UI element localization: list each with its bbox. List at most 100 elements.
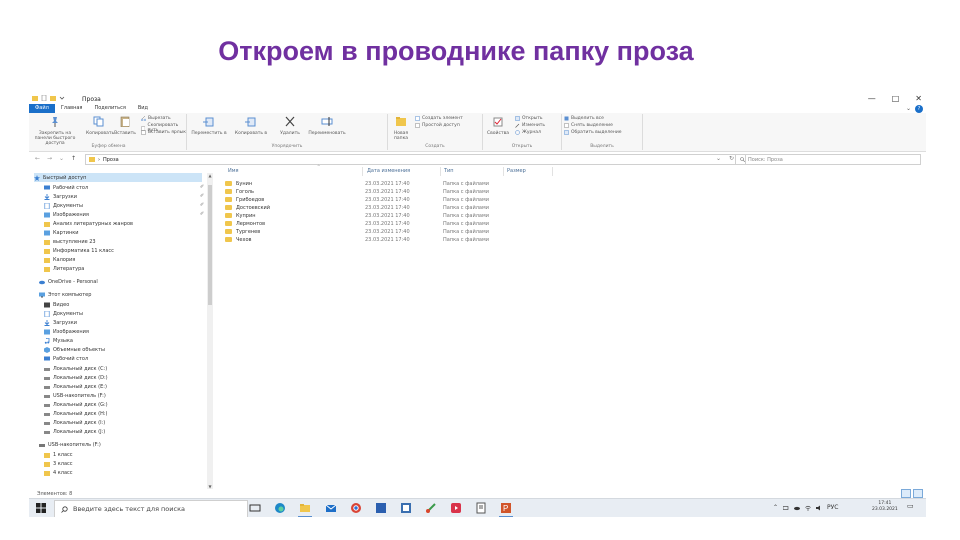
nav-onedrive[interactable]: OneDrive - Personal [39, 277, 98, 286]
nav-usb[interactable]: USB-накопитель (F:) [39, 440, 101, 449]
nav-scrollbar[interactable]: ▲ ▼ [207, 173, 213, 489]
close-button[interactable]: ✕ [915, 94, 922, 103]
word-icon[interactable] [375, 502, 387, 514]
nav-desktop[interactable]: Рабочий стол [44, 354, 88, 363]
edge-icon[interactable] [274, 502, 286, 514]
nav-drive[interactable]: Локальный диск (H:) [44, 409, 108, 418]
nav-pictures[interactable]: Изображения [44, 327, 89, 336]
column-name[interactable]: Имя [228, 168, 239, 174]
nav-drive[interactable]: Локальный диск (C:) [44, 364, 107, 373]
app-icon[interactable] [400, 502, 412, 514]
nav-drive[interactable]: USB-накопитель (F:) [44, 391, 106, 400]
table-row[interactable]: Чехов 23.03.2021 17:40 Папка с файлами [222, 236, 502, 244]
expand-ribbon-icon[interactable]: ⌄ [906, 105, 911, 112]
paint-icon[interactable] [425, 502, 437, 514]
history-button[interactable]: Журнал [515, 130, 541, 135]
table-row[interactable]: Тургенев 23.03.2021 17:40 Папка с файлам… [222, 228, 502, 236]
easy-access-button[interactable]: Простой доступ [415, 123, 460, 128]
table-row[interactable]: Лермонтов 23.03.2021 17:40 Папка с файла… [222, 220, 502, 228]
scroll-up-button[interactable]: ▲ [207, 173, 213, 178]
cut-button[interactable]: Вырезать [141, 116, 171, 121]
nav-downloads[interactable]: Загрузки [44, 318, 77, 327]
nav-drive[interactable]: Локальный диск (E:) [44, 382, 107, 391]
select-none-button[interactable]: Снять выделение [564, 123, 613, 128]
search-input[interactable]: Поиск: Проза [735, 154, 921, 165]
nav-folder[interactable]: 3 класс [44, 459, 73, 468]
recent-locations-button[interactable]: ⌄ [59, 155, 64, 162]
table-row[interactable]: Бунин 23.03.2021 17:40 Папка с файлами [222, 180, 502, 188]
scroll-thumb[interactable] [208, 185, 212, 305]
nav-folder[interactable]: выступление 23 [44, 237, 96, 246]
nav-documents[interactable]: Документы [44, 309, 83, 318]
powerpoint-icon[interactable]: P [500, 502, 512, 514]
tab-share[interactable]: Поделиться [88, 104, 131, 113]
nav-3d-objects[interactable]: Объемные объекты [44, 345, 105, 354]
chevron-down-icon[interactable] [59, 95, 65, 101]
help-icon[interactable]: ? [915, 105, 923, 113]
column-date[interactable]: Дата изменения [367, 168, 410, 174]
scroll-down-button[interactable]: ▼ [207, 484, 213, 489]
nav-drive[interactable]: Локальный диск (G:) [44, 400, 108, 409]
back-button[interactable]: ← [35, 155, 40, 162]
maximize-button[interactable]: □ [892, 94, 900, 103]
tiles-view-button[interactable] [913, 489, 923, 498]
nav-quick-access[interactable]: Быстрый доступ [34, 173, 202, 182]
tab-view[interactable]: Вид [132, 104, 154, 113]
table-row[interactable]: Гоголь 23.03.2021 17:40 Папка с файлами [222, 188, 502, 196]
paste-button[interactable]: Вставить [114, 116, 136, 136]
onedrive-icon[interactable] [794, 505, 801, 511]
taskbar-search-input[interactable]: Введите здесь текст для поиска [54, 500, 248, 517]
nav-music[interactable]: Музыка [44, 336, 73, 345]
rename-button[interactable]: Переименовать [304, 116, 350, 136]
nav-folder[interactable]: 4 класс [44, 468, 73, 477]
nav-drive[interactable]: Локальный диск (I:) [44, 418, 105, 427]
delete-button[interactable]: Удалить [278, 116, 302, 136]
invert-selection-button[interactable]: Обратить выделение [564, 130, 622, 135]
new-item-button[interactable]: Создать элемент [415, 116, 463, 121]
move-to-button[interactable]: Переместить в [189, 116, 229, 136]
mail-icon[interactable] [325, 502, 337, 514]
nav-folder[interactable]: Калория [44, 255, 75, 264]
column-type[interactable]: Тип [444, 168, 454, 174]
nav-this-pc[interactable]: Этот компьютер [39, 290, 91, 299]
properties-button[interactable]: Свойства [485, 116, 511, 136]
table-row[interactable]: Достоевский 23.03.2021 17:40 Папка с фай… [222, 204, 502, 212]
nav-desktop[interactable]: Рабочий стол [44, 183, 88, 192]
up-button[interactable]: ↑ [71, 155, 76, 162]
nav-folder[interactable]: Литература [44, 264, 84, 273]
minimize-button[interactable]: — [868, 94, 876, 103]
select-all-button[interactable]: Выделить все [564, 116, 604, 121]
address-bar[interactable]: › Проза [85, 154, 746, 165]
table-row[interactable]: Грибоедов 23.03.2021 17:40 Папка с файла… [222, 196, 502, 204]
nav-folder[interactable]: Анализ литературных жанров [44, 219, 133, 228]
wifi-icon[interactable] [805, 505, 811, 511]
nav-videos[interactable]: Видео [44, 300, 69, 309]
paste-shortcut-button[interactable]: Вставить ярлык [141, 130, 186, 135]
clock[interactable]: 17:41 23.03.2021 [872, 501, 898, 513]
notes-icon[interactable] [475, 502, 487, 514]
nav-drive[interactable]: Локальный диск (J:) [44, 427, 105, 436]
column-size[interactable]: Размер [507, 168, 526, 174]
windows-start-icon[interactable] [36, 503, 46, 513]
table-row[interactable]: Куприн 23.03.2021 17:40 Папка с файлами [222, 212, 502, 220]
chrome-icon[interactable] [350, 502, 362, 514]
language-indicator[interactable]: РУС [827, 504, 838, 511]
new-folder-button[interactable]: Новая папка [390, 116, 412, 141]
task-view-icon[interactable] [249, 502, 261, 514]
notification-center-icon[interactable]: ▭ [907, 502, 916, 512]
nav-drive[interactable]: Локальный диск (D:) [44, 373, 108, 382]
address-dropdown-button[interactable]: ⌄ [716, 155, 721, 162]
media-player-icon[interactable] [450, 502, 462, 514]
nav-pictures[interactable]: Изображения [44, 210, 89, 219]
pin-button[interactable]: Закрепить на панели быстрого доступа [33, 116, 77, 146]
nav-downloads[interactable]: Загрузки [44, 192, 77, 201]
nav-pictures-folder[interactable]: Картинки [44, 228, 79, 237]
open-button[interactable]: Открыть [515, 116, 543, 121]
forward-button[interactable]: → [47, 155, 52, 162]
details-view-button[interactable] [901, 489, 911, 498]
copy-button[interactable]: Копировать [86, 116, 114, 136]
tab-home[interactable]: Главная [55, 104, 89, 113]
tab-file[interactable]: Файл [29, 104, 55, 113]
nav-folder[interactable]: Информатика 11 класс [44, 246, 114, 255]
battery-icon[interactable] [783, 505, 789, 511]
